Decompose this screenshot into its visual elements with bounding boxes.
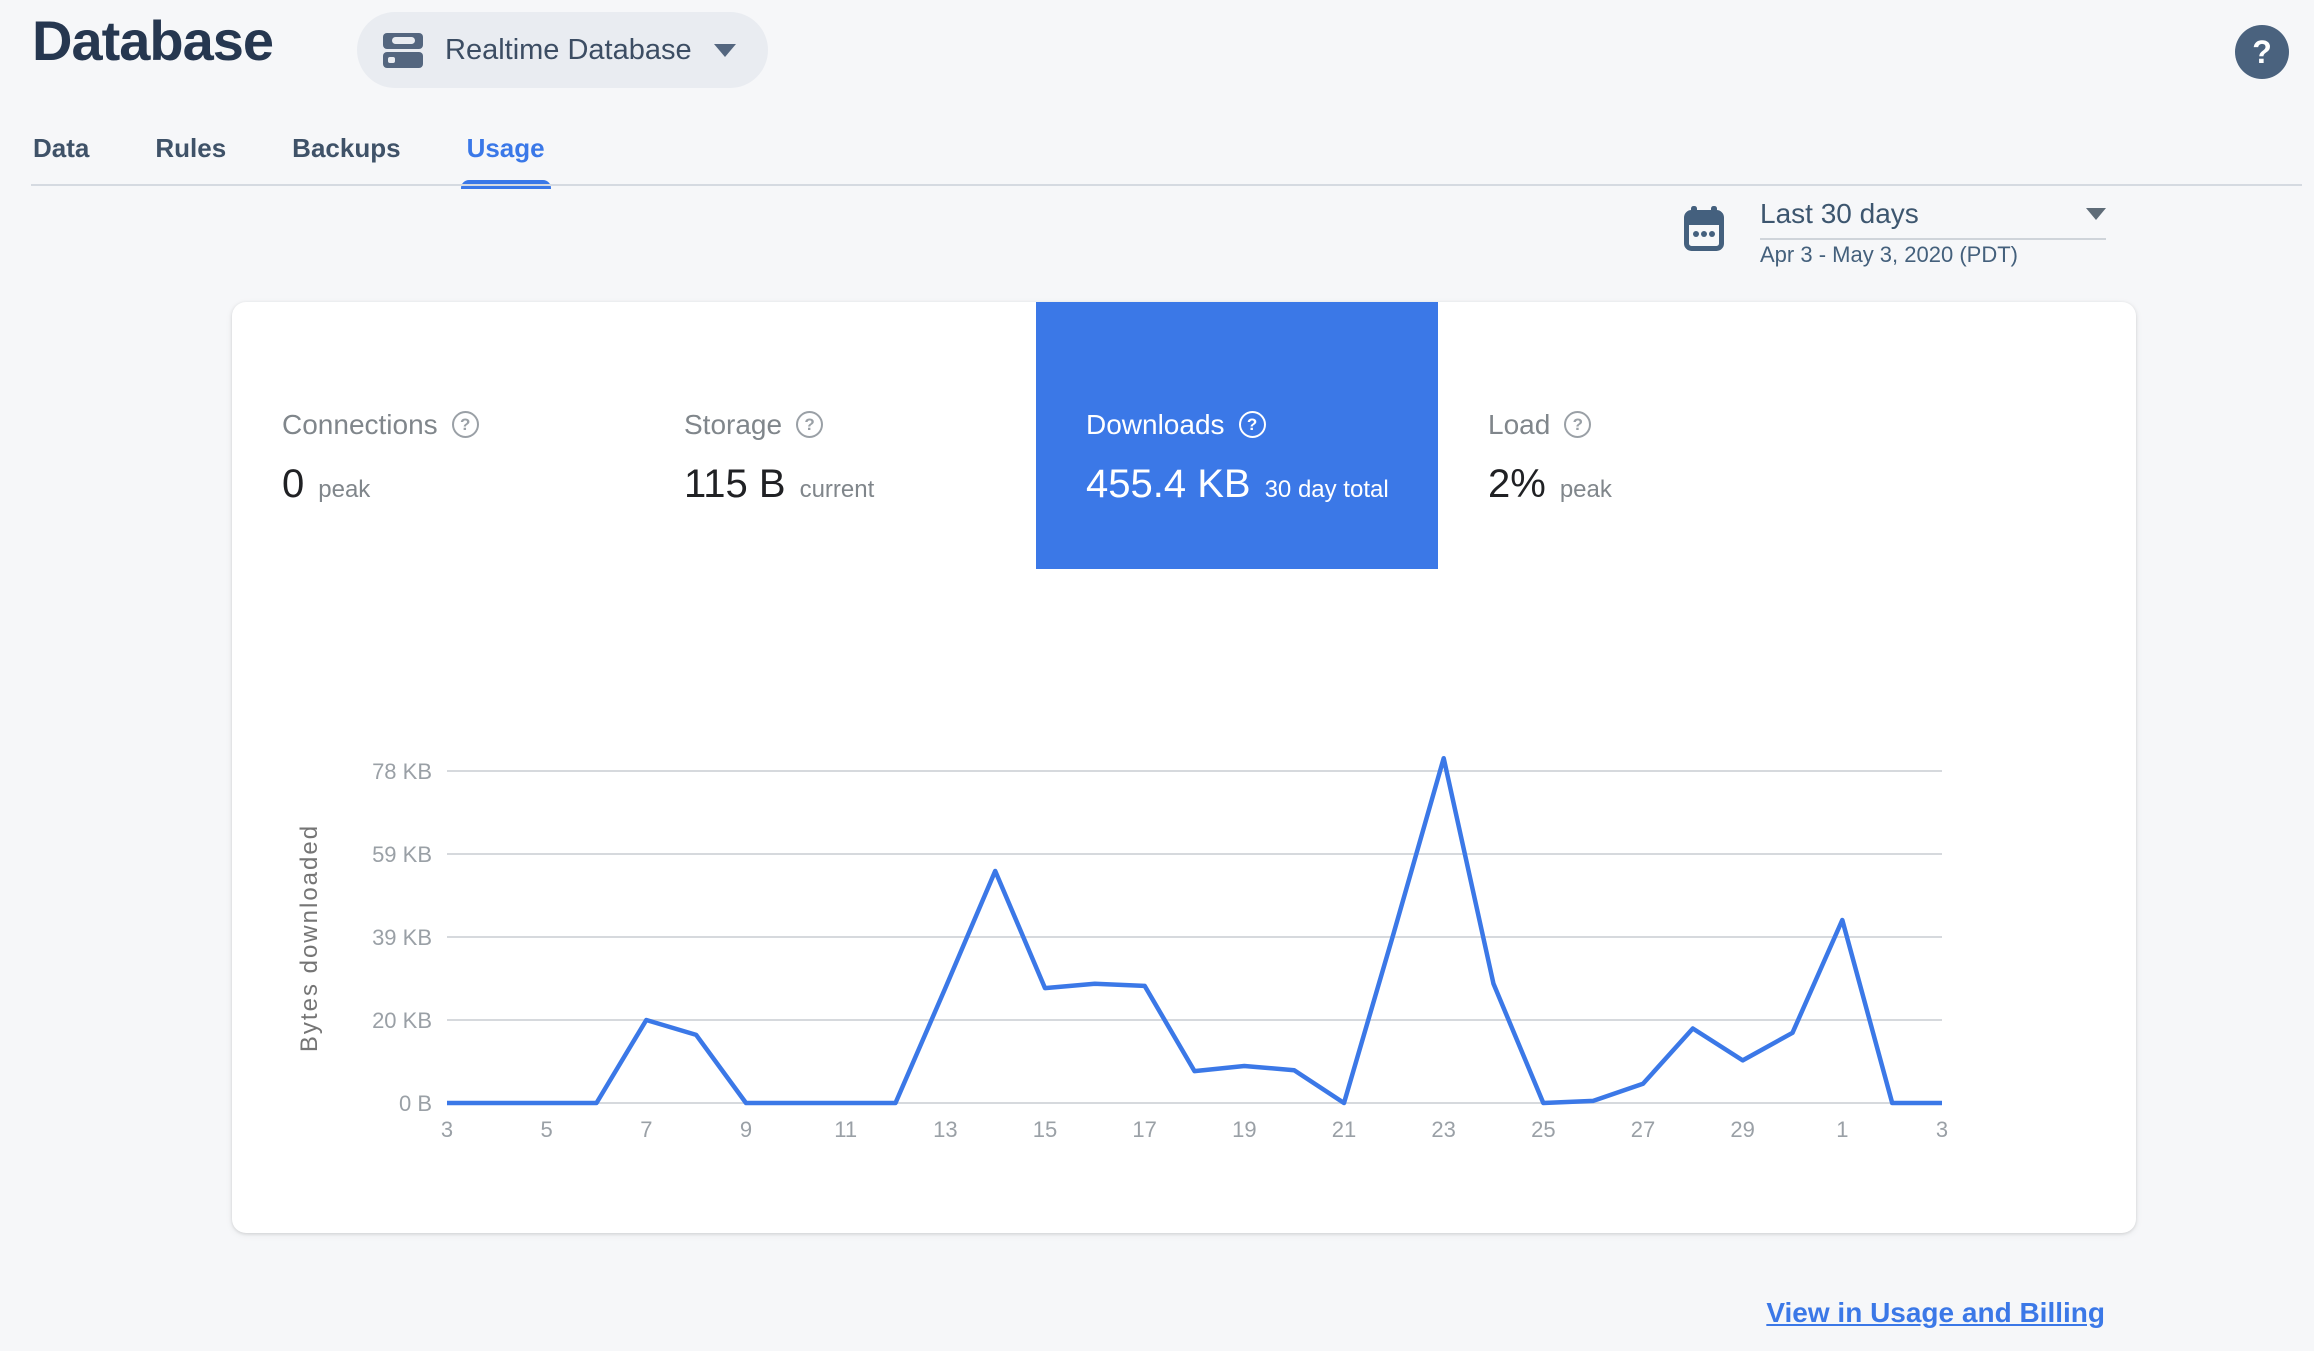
x-tick-label: 1 [1836, 1117, 1849, 1142]
x-tick-label: 15 [1032, 1117, 1058, 1142]
y-tick-label: 59 KB [372, 842, 432, 867]
usage-line-chart [444, 751, 1945, 1131]
metric-label: Load [1488, 408, 1551, 440]
metric-tabs-row: Connections? 0 peak Storage? 115 B current Dow… [232, 302, 1840, 569]
x-tick-label: 19 [1232, 1117, 1257, 1142]
x-tick-label: 27 [1630, 1117, 1656, 1142]
view-usage-billing-link[interactable]: View in Usage and Billing [1766, 1297, 2105, 1329]
help-circle-icon[interactable]: ? [451, 411, 479, 438]
metric-value: 115 B [684, 461, 786, 506]
usage-card: Connections? 0 peak Storage? 115 B current Dow… [232, 302, 2136, 1233]
x-tick-label: 21 [1331, 1117, 1357, 1142]
x-tick-label: 5 [540, 1117, 553, 1142]
x-axis-tick-labels: 3 5 7 9 11 13 15 17 19 21 23 25 27 29 1 3 [441, 1117, 1948, 1147]
database-icon [383, 30, 423, 70]
downloads-series-line [444, 755, 1945, 1106]
x-tick-label: 9 [739, 1117, 753, 1142]
tab-backups[interactable]: Backups [292, 132, 400, 186]
help-circle-icon[interactable]: ? [796, 411, 824, 438]
tab-data[interactable]: Data [33, 132, 89, 186]
y-tick-label: 0 B [398, 1091, 432, 1116]
metric-tab-storage[interactable]: Storage? 115 B current [634, 302, 1036, 569]
question-mark-icon: ? [2252, 33, 2272, 70]
y-tick-label: 78 KB [372, 759, 432, 784]
database-selector-label: Realtime Database [445, 33, 692, 66]
y-axis-tick-labels: 0 B 20 KB 39 KB 59 KB 78 KB [292, 751, 432, 1131]
tabs-divider [31, 184, 2302, 186]
metric-tab-load[interactable]: Load? 2% peak [1438, 302, 1840, 569]
x-tick-label: 29 [1730, 1117, 1755, 1142]
metric-label: Downloads [1086, 408, 1225, 440]
date-range-dates: Apr 3 - May 3, 2020 (PDT) [1760, 242, 2018, 267]
metric-value: 2% [1488, 461, 1546, 506]
x-tick-label: 3 [1935, 1117, 1949, 1142]
x-tick-label: 13 [933, 1117, 958, 1142]
chevron-down-icon [713, 43, 736, 57]
help-button[interactable]: ? [2235, 25, 2289, 79]
y-tick-label: 39 KB [372, 925, 432, 950]
tab-rules[interactable]: Rules [155, 132, 226, 186]
y-tick-label: 20 KB [372, 1008, 432, 1033]
dropdown-caret-icon [2086, 208, 2106, 220]
x-tick-label: 11 [834, 1117, 858, 1142]
metric-unit: 30 day total [1264, 475, 1389, 503]
bottom-strip [0, 1351, 2314, 1366]
metric-label: Connections [282, 408, 438, 440]
metric-value: 455.4 KB [1086, 461, 1251, 506]
section-tabs: Data Rules Backups Usage [33, 132, 551, 189]
metric-unit: peak [1559, 475, 1612, 503]
x-tick-label: 25 [1531, 1117, 1556, 1142]
x-tick-label: 17 [1132, 1117, 1157, 1142]
calendar-icon [1684, 206, 1724, 257]
help-circle-icon[interactable]: ? [1564, 411, 1592, 438]
x-tick-label: 3 [440, 1117, 454, 1142]
page-title: Database [32, 9, 274, 72]
database-instance-selector[interactable]: Realtime Database [357, 12, 768, 88]
x-tick-label: 7 [640, 1117, 653, 1142]
metric-label: Storage [684, 408, 783, 440]
metric-tab-downloads[interactable]: Downloads? 455.4 KB 30 day total [1036, 302, 1438, 569]
metric-value: 0 [282, 461, 305, 506]
help-circle-icon[interactable]: ? [1238, 411, 1266, 438]
date-range-preset: Last 30 days [1760, 198, 1919, 229]
tab-usage[interactable]: Usage [460, 132, 551, 189]
x-tick-label: 23 [1431, 1117, 1456, 1142]
metric-unit: current [799, 475, 875, 503]
metric-unit: peak [318, 475, 371, 503]
metric-tab-connections[interactable]: Connections? 0 peak [232, 302, 634, 569]
